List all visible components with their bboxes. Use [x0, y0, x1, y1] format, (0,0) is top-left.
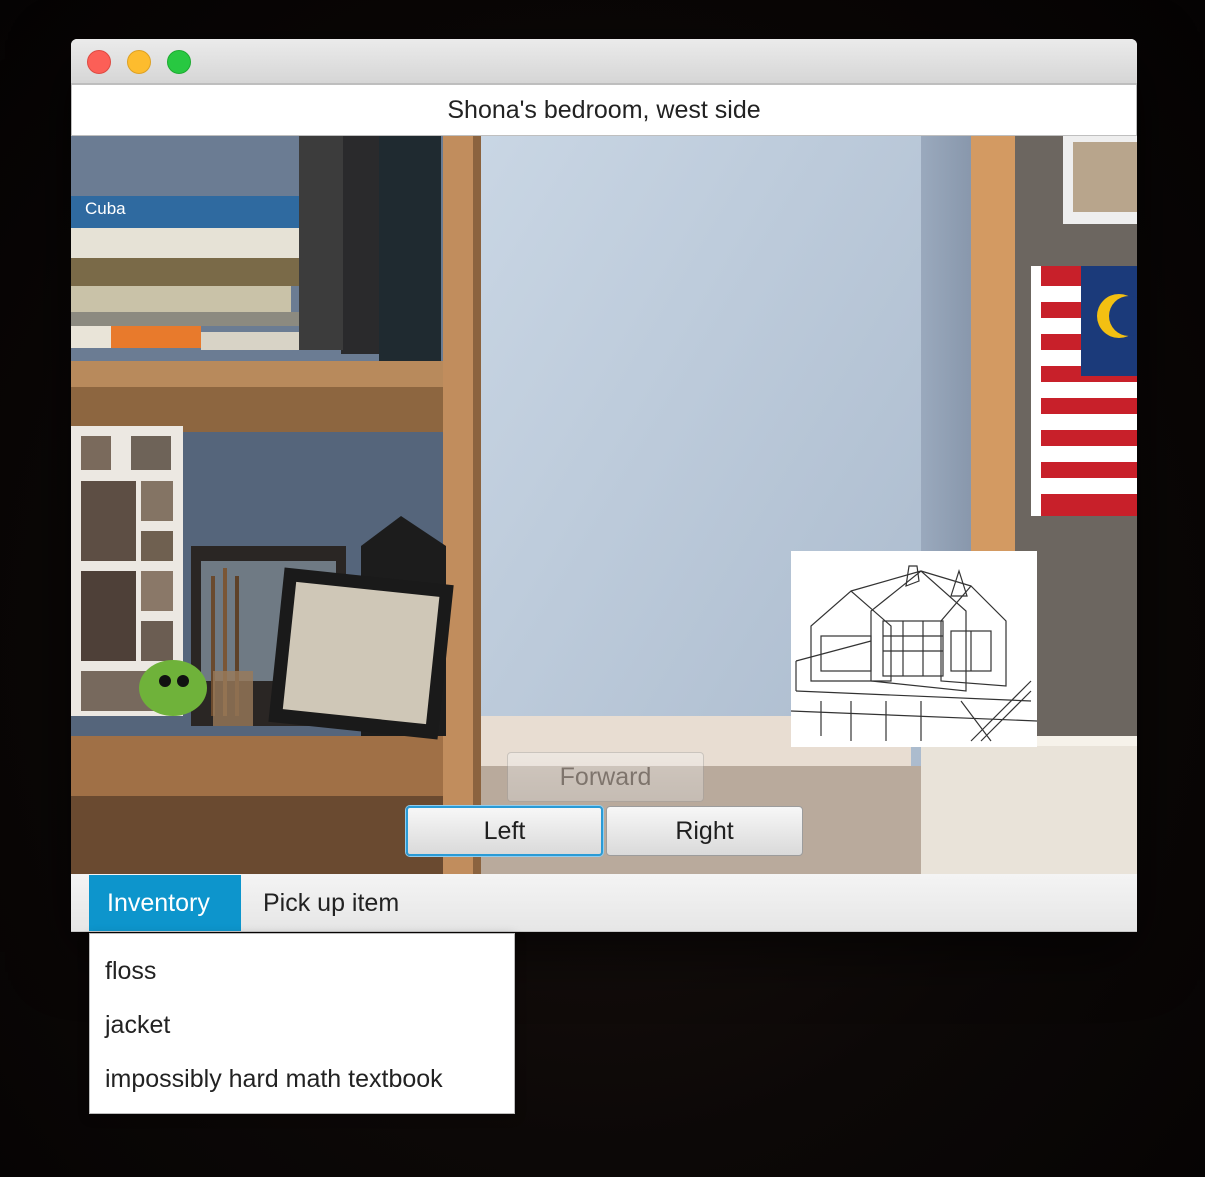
game-window: Shona's bedroom, west side Cuba Forward …: [71, 39, 1137, 932]
minimize-icon[interactable]: [127, 50, 151, 74]
maximize-icon[interactable]: [167, 50, 191, 74]
inventory-item-math-textbook[interactable]: impossibly hard math textbook: [90, 1052, 514, 1106]
scene-view: Cuba Forward Left Right: [71, 136, 1137, 874]
title-bar[interactable]: [71, 39, 1137, 84]
left-button[interactable]: Left: [406, 806, 603, 856]
book-spine-text: Cuba: [85, 199, 126, 218]
tab-inventory[interactable]: Inventory: [89, 875, 241, 931]
house-sketch-item[interactable]: [791, 551, 1037, 747]
inventory-dropdown: floss jacket impossibly hard math textbo…: [89, 933, 515, 1114]
close-icon[interactable]: [87, 50, 111, 74]
inventory-item-floss[interactable]: floss: [90, 944, 514, 998]
right-button[interactable]: Right: [606, 806, 803, 856]
house-sketch-icon: [791, 565, 1037, 742]
forward-button: Forward: [507, 752, 704, 802]
inventory-item-jacket[interactable]: jacket: [90, 998, 514, 1052]
tab-pick-up-item[interactable]: Pick up item: [245, 875, 417, 931]
location-title: Shona's bedroom, west side: [71, 84, 1137, 136]
menu-bar: Inventory Pick up item: [71, 874, 1137, 932]
